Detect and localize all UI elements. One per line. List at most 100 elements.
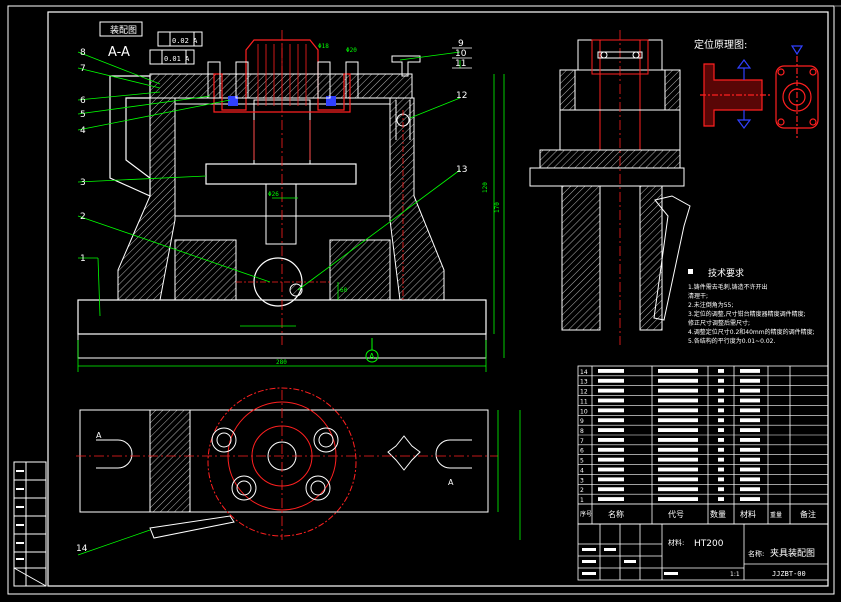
balloon-12: 12 xyxy=(456,91,467,101)
balloon-6: 6 xyxy=(80,96,86,106)
svg-text:1:1: 1:1 xyxy=(730,571,740,578)
svg-text:材料: 材料 xyxy=(740,509,756,519)
tolerance-frame-2: 0.01 A xyxy=(149,49,195,65)
balloon-11: 11 xyxy=(455,59,466,69)
svg-text:4.调整定位尺寸0.2和40mm的精度的调件精度;: 4.调整定位尺寸0.2和40mm的精度的调件精度; xyxy=(688,328,815,336)
svg-text:0.01 A: 0.01 A xyxy=(164,55,190,63)
section-label: A-A xyxy=(108,45,130,60)
bom-row-number: 5 xyxy=(580,458,584,465)
bom-cell-block xyxy=(658,477,698,482)
bom-cell-block xyxy=(598,477,624,482)
balloon-8: 8 xyxy=(80,48,86,58)
side-view xyxy=(529,30,691,345)
svg-text:序号: 序号 xyxy=(580,510,592,518)
bom-cell-block xyxy=(740,388,760,393)
svg-text:5.各结构的平行度为0.01~0.02.: 5.各结构的平行度为0.01~0.02. xyxy=(688,337,775,345)
bom-cell-block xyxy=(658,398,698,403)
plan-view xyxy=(76,387,498,540)
bom-row-number: 10 xyxy=(580,408,588,415)
bom-cell-block xyxy=(740,369,760,373)
tech-requirements: 技术要求 1.铸件需去毛刺,铸造不许开出 清理干; 2.未注倒角为55; 3.定… xyxy=(688,267,815,345)
positioning-diagram xyxy=(700,56,819,138)
svg-text:60: 60 xyxy=(340,287,348,294)
bom-row-number: 11 xyxy=(580,398,588,405)
section-mark-right: A xyxy=(448,478,454,487)
bom-cell-block xyxy=(718,378,724,383)
bom-cell-block xyxy=(598,369,624,373)
bom-cell-block xyxy=(658,438,698,442)
bom-cell-block xyxy=(598,487,624,492)
svg-text:备注: 备注 xyxy=(800,509,816,519)
bom-cell-block xyxy=(718,438,724,442)
bom-rows: 14 13 12 11 10 9 8 7 6 5 4 3 2 1 xyxy=(578,369,828,505)
bom-cell-block xyxy=(658,369,698,373)
bom-row-number: 1 xyxy=(580,497,584,504)
bom-cell-block xyxy=(718,428,724,432)
bom-row-number: 7 xyxy=(580,438,584,445)
tech-title: 技术要求 xyxy=(708,267,744,279)
bom-cell-block xyxy=(740,497,760,501)
bom-cell-block xyxy=(718,369,724,373)
bom-cell-block xyxy=(598,438,624,442)
balloon-3: 3 xyxy=(80,178,86,188)
bom-cell-block xyxy=(740,428,760,432)
bom-cell-block xyxy=(718,477,724,482)
drawing-name: 夹具装配图 xyxy=(770,547,815,559)
balloon-2: 2 xyxy=(80,212,86,222)
bom-cell-block xyxy=(598,408,624,413)
balloon-10: 10 xyxy=(455,49,467,59)
bom-cell-block xyxy=(658,487,698,492)
bom-cell-block xyxy=(740,467,760,472)
bom-cell-block xyxy=(658,497,698,501)
bom-cell-block xyxy=(718,447,724,452)
svg-text:1.铸件需去毛刺,铸造不许开出: 1.铸件需去毛刺,铸造不许开出 xyxy=(688,283,768,291)
svg-text:清理干;: 清理干; xyxy=(688,292,708,300)
bom-cell-block xyxy=(658,428,698,432)
bom-cell-block xyxy=(598,497,624,501)
bom-cell-block xyxy=(740,457,760,462)
bom-cell-block xyxy=(658,388,698,393)
bom-row-number: 3 xyxy=(580,477,584,484)
bom-cell-block xyxy=(718,388,724,393)
svg-text:120: 120 xyxy=(482,182,489,193)
svg-text:代号: 代号 xyxy=(668,509,684,519)
bom-cell-block xyxy=(740,487,760,492)
material-value: HT200 xyxy=(694,539,724,549)
bom-cell-block xyxy=(658,447,698,452)
bom-cell-block xyxy=(598,428,624,432)
bom-cell-block xyxy=(718,467,724,472)
drawing-tag: 装配图 xyxy=(110,24,137,36)
bom-cell-block xyxy=(658,408,698,413)
bom-cell-block xyxy=(658,418,698,423)
bom-cell-block xyxy=(598,467,624,472)
bom-cell-block xyxy=(740,378,760,383)
bom-cell-block xyxy=(740,477,760,482)
bom-cell-block xyxy=(598,418,624,423)
bom-cell-block xyxy=(718,457,724,462)
svg-text:数量: 数量 xyxy=(710,509,726,519)
bom-row-number: 6 xyxy=(580,448,584,455)
bom-cell-block xyxy=(718,497,724,501)
bom-row-number: 4 xyxy=(580,467,584,474)
balloon-1: 1 xyxy=(80,254,86,264)
svg-text:修正尺寸调整后需尺寸;: 修正尺寸调整后需尺寸; xyxy=(688,319,750,327)
bom-cell-block xyxy=(598,378,624,383)
bom-cell-block xyxy=(658,457,698,462)
bom-cell-block xyxy=(658,467,698,472)
svg-text:2.未注倒角为55;: 2.未注倒角为55; xyxy=(688,301,733,309)
bom-cell-block xyxy=(740,418,760,423)
bom-cell-block xyxy=(598,388,624,393)
bom-cell-block xyxy=(740,408,760,413)
balloon-7: 7 xyxy=(80,64,86,74)
svg-text:3.定位的调整,尺寸钳台精度器精度调件精度;: 3.定位的调整,尺寸钳台精度器精度调件精度; xyxy=(688,310,806,318)
svg-text:名称: 名称 xyxy=(608,509,624,519)
cad-drawing: 装配图 A-A 0.02 A 0.01 A 280 170 120 Φ26 Φ1… xyxy=(7,5,841,595)
drawing-number: JJZBT-00 xyxy=(772,570,806,578)
svg-text:170: 170 xyxy=(494,202,501,213)
front-section-view xyxy=(77,30,487,359)
tolerance-frame-1: 0.02 A xyxy=(157,31,203,47)
balloon-13: 13 xyxy=(456,165,467,175)
bom-cell-block xyxy=(740,398,760,403)
svg-text:Φ20: Φ20 xyxy=(346,47,357,54)
svg-text:材料:: 材料: xyxy=(668,538,684,547)
